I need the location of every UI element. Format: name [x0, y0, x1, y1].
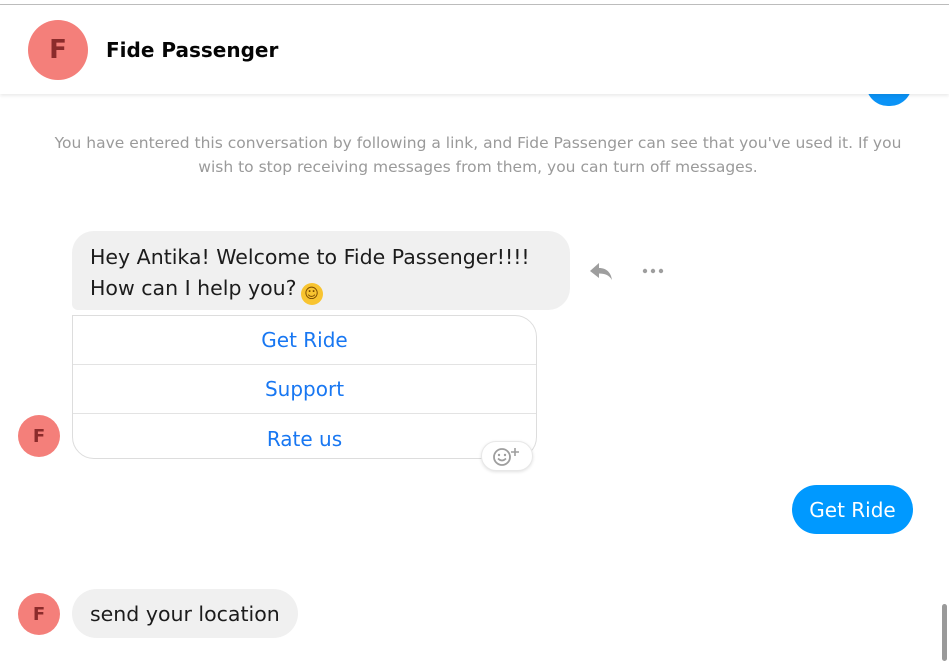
- more-options-icon[interactable]: [641, 268, 665, 274]
- reply-icon[interactable]: [588, 258, 614, 284]
- message-line: How can I help you? ☺: [90, 273, 552, 305]
- support-button[interactable]: Support: [73, 365, 536, 414]
- quick-reply-buttons: Get Ride Support Rate us: [72, 315, 537, 459]
- conversation-notice: You have entered this conversation by fo…: [54, 134, 902, 176]
- message-line: Hey Antika! Welcome to Fide Passenger!!!…: [90, 245, 530, 269]
- sender-avatar[interactable]: F: [18, 593, 60, 635]
- message-text: How can I help you?: [90, 276, 297, 300]
- contact-name[interactable]: Fide Passenger: [106, 38, 278, 62]
- add-reaction-button[interactable]: [481, 441, 533, 471]
- rate-us-button[interactable]: Rate us: [73, 414, 536, 458]
- conversation-header: F Fide Passenger: [0, 5, 949, 94]
- received-message-welcome[interactable]: Hey Antika! Welcome to Fide Passenger!!!…: [72, 231, 570, 310]
- smiley-emoji-icon: ☺: [300, 283, 323, 305]
- sent-message-get-ride[interactable]: Get Ride: [792, 485, 913, 534]
- sender-avatar[interactable]: F: [18, 415, 60, 457]
- get-ride-button[interactable]: Get Ride: [73, 316, 536, 365]
- contact-avatar[interactable]: F: [28, 20, 88, 80]
- scrollbar[interactable]: [942, 604, 947, 661]
- received-message-location[interactable]: send your location: [72, 589, 298, 638]
- add-reaction-icon: [493, 448, 519, 466]
